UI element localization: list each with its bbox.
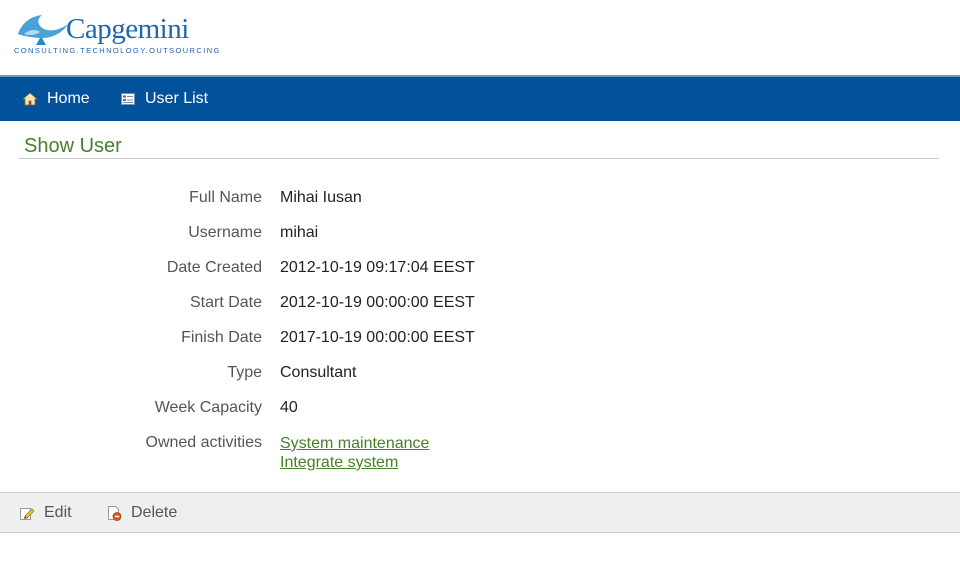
delete-button[interactable]: Delete <box>106 493 177 532</box>
action-bar: Edit Delete <box>0 492 960 533</box>
field-value: 2012-10-19 00:00:00 EEST <box>280 294 475 311</box>
field-value: Mihai Iusan <box>280 189 362 206</box>
field-label: Username <box>188 224 262 241</box>
field-value: 2012-10-19 09:17:04 EEST <box>280 259 475 276</box>
nav-user-list-label: User List <box>145 90 209 107</box>
spade-logo-icon <box>18 15 68 45</box>
field-row-owned-activities: Owned activities System maintenance Inte… <box>0 434 960 478</box>
delete-button-label: Delete <box>131 503 178 521</box>
field-label: Week Capacity <box>154 399 262 416</box>
header: Capgemini CONSULTING.TECHNOLOGY.OUTSOURC… <box>0 0 960 75</box>
field-label: Start Date <box>189 294 262 311</box>
field-row-type: Type Consultant <box>0 364 960 386</box>
page-title: Show User <box>24 135 122 157</box>
field-row-date-created: Date Created 2012-10-19 09:17:04 EEST <box>0 259 960 281</box>
brand-tagline: CONSULTING.TECHNOLOGY.OUTSOURCING <box>14 46 221 55</box>
capgemini-logo[interactable]: Capgemini CONSULTING.TECHNOLOGY.OUTSOURC… <box>14 12 219 58</box>
field-row-week-capacity: Week Capacity 40 <box>0 399 960 421</box>
field-label: Type <box>227 364 262 381</box>
field-label: Date Created <box>166 259 262 276</box>
owned-activities-list: System maintenance Integrate system <box>280 434 429 472</box>
field-value: 2017-10-19 00:00:00 EEST <box>280 329 475 346</box>
field-value: Consultant <box>280 364 357 381</box>
field-label: Owned activities <box>145 434 263 451</box>
title-divider <box>19 158 939 159</box>
edit-button[interactable]: Edit <box>19 493 72 532</box>
field-row-finish-date: Finish Date 2017-10-19 00:00:00 EEST <box>0 329 960 351</box>
pencil-edit-icon <box>19 505 35 521</box>
field-row-username: Username mihai <box>0 224 960 246</box>
nav-user-list[interactable]: User List <box>120 77 208 121</box>
edit-button-label: Edit <box>44 503 72 521</box>
list-icon <box>120 91 136 107</box>
home-icon <box>22 91 38 107</box>
delete-document-icon <box>106 505 122 521</box>
nav-home-label: Home <box>47 90 90 107</box>
field-row-start-date: Start Date 2012-10-19 00:00:00 EEST <box>0 294 960 316</box>
activity-link-integrate-system[interactable]: Integrate system <box>280 453 429 472</box>
field-row-full-name: Full Name Mihai Iusan <box>0 189 960 211</box>
brand-name: Capgemini <box>66 13 189 45</box>
field-value: mihai <box>280 224 319 241</box>
field-value: 40 <box>280 399 298 416</box>
field-label: Finish Date <box>181 329 262 346</box>
navigation-bar: Home User List <box>0 75 960 121</box>
field-label: Full Name <box>189 189 262 206</box>
activity-link-system-maintenance[interactable]: System maintenance <box>280 434 429 453</box>
nav-home[interactable]: Home <box>22 77 90 121</box>
